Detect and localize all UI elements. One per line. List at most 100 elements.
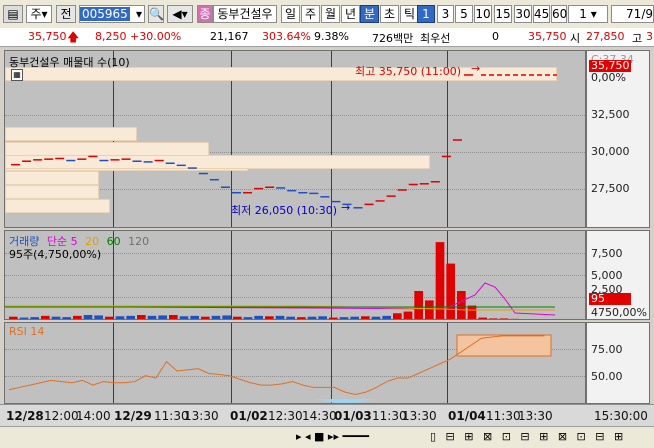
volume-bar	[30, 317, 39, 319]
interval-button[interactable]: 3	[437, 5, 454, 23]
rsi-tick: 75.00	[591, 343, 623, 356]
volume-bar	[158, 315, 167, 319]
time-label: 14:30	[302, 409, 337, 423]
volume-bar	[179, 316, 189, 319]
volume-bar	[382, 315, 391, 319]
interval-button[interactable]: 30	[514, 5, 532, 23]
high-label: 고	[632, 32, 643, 45]
volume-bar	[51, 316, 61, 319]
volume-bar	[83, 315, 93, 319]
grid-icon[interactable]: ▦	[11, 69, 23, 81]
count-field[interactable]: 71/9	[611, 5, 654, 23]
volume-bar	[499, 318, 509, 319]
volume-bar	[446, 263, 455, 319]
volume-bar	[297, 317, 306, 319]
tool-icons[interactable]: ▯ ⊟ ⊞ ⊠ ⊡ ⊟ ⊞ ⊠ ⊡ ⊟ ⊞	[430, 430, 626, 443]
order-type: 최우선	[420, 32, 451, 45]
volume-subtitle: 95주(4,750,00%)	[9, 248, 102, 261]
rsi-pane[interactable]: RSI 14	[4, 322, 586, 404]
interval-button[interactable]: 5	[455, 5, 473, 23]
menu-icon[interactable]: ▤	[3, 5, 23, 23]
volume-bar	[275, 315, 285, 319]
type-select[interactable]: 주▾	[26, 5, 52, 23]
volume-bar	[94, 315, 103, 319]
volume-bar	[126, 315, 135, 319]
volume-bar	[62, 317, 71, 319]
interval-button[interactable]: 45	[533, 5, 550, 23]
volume-bar	[489, 318, 498, 319]
interval-button[interactable]: 1	[417, 5, 435, 23]
volume-bar	[329, 317, 338, 319]
interval-select[interactable]: 1 ▾	[568, 5, 608, 23]
volume-axis: 7,500 5,000 2,500 95 4750,00%	[586, 230, 650, 320]
volume-bar	[435, 242, 445, 319]
rsi-oversold-zone	[315, 399, 377, 403]
zero-value: 0	[492, 30, 499, 43]
volume-bar	[425, 300, 434, 319]
rsi-tick: 50.00	[591, 370, 623, 383]
volume-bar	[510, 318, 519, 319]
volume-pane[interactable]: 거래량 단순 5 20 60 120 95주(4,750,00%)	[4, 230, 586, 320]
volume-bar	[521, 319, 530, 320]
volume-bar	[169, 315, 178, 319]
low-arrow-icon: →	[341, 201, 351, 214]
scroll-controls[interactable]: ▸ ◂ ■ ▸▸ ━━━━	[296, 430, 369, 443]
volume-current-tag: 95	[589, 293, 631, 305]
high-price: 3	[646, 30, 653, 43]
period-button[interactable]: 주	[301, 5, 320, 23]
type-select-label: 주	[30, 7, 42, 21]
search-icon[interactable]: 🔍	[148, 5, 164, 23]
time-axis: 12/28 12:00 14:00 12/29 11:30 13:30 01/02 12:30…	[0, 404, 654, 427]
volume-bar	[254, 315, 263, 319]
stock-code-input[interactable]: 005965 ▾	[79, 5, 145, 23]
prev-button[interactable]: 전	[56, 5, 76, 23]
volume-bar	[41, 315, 50, 319]
period-button[interactable]: 월	[321, 5, 340, 23]
volume-bar	[105, 316, 114, 319]
time-label: 13:30	[518, 409, 553, 423]
time-label: 14:00	[76, 409, 111, 423]
volume-value: 21,167	[210, 30, 249, 43]
volume-bar	[542, 319, 551, 320]
period-button[interactable]: 분	[360, 5, 379, 23]
volume-bar	[478, 317, 487, 319]
chevron-down-icon: ▾	[135, 7, 142, 21]
price-tick: 27,500	[591, 182, 630, 195]
time-label: 12:00	[44, 409, 79, 423]
volume-tick: 5,000	[591, 269, 623, 282]
volume-bar	[9, 316, 18, 319]
period-button[interactable]: 초	[380, 5, 399, 23]
ask-price: 35,750	[528, 30, 567, 43]
volume-bar	[147, 315, 157, 319]
volume-bar	[339, 317, 349, 319]
rsi-chart	[8, 334, 552, 403]
speaker-icon[interactable]: ◀▾	[167, 5, 193, 23]
volume-bar	[73, 315, 82, 319]
volume-bar	[243, 317, 253, 319]
period-button[interactable]: 년	[341, 5, 360, 23]
stock-code-value: 005965	[80, 7, 130, 21]
time-label: 13:30	[402, 409, 437, 423]
time-label: 01/02	[230, 409, 268, 423]
interval-button[interactable]: 60	[551, 5, 567, 23]
volume-bar	[286, 316, 295, 319]
period-button[interactable]: 일	[281, 5, 300, 23]
volume-ratio: 303.64%	[262, 30, 311, 43]
quote-info-row: 35,750 🡅 8,250 +30.00% 21,167 303.64% 9.…	[0, 28, 654, 47]
bottom-controls: ▸ ◂ ■ ▸▸ ━━━━ ▯ ⊟ ⊞ ⊠ ⊡ ⊟ ⊞ ⊠ ⊡ ⊟ ⊞	[0, 426, 654, 448]
interval-button[interactable]: 10	[474, 5, 492, 23]
up-arrow-icon: 🡅	[67, 30, 80, 44]
interval-button[interactable]: 15	[494, 5, 512, 23]
ma120-label: 120	[128, 235, 150, 248]
rsi-title: RSI 14	[9, 325, 45, 338]
stock-name: 동부건설우	[213, 5, 277, 23]
volume-bar	[414, 291, 423, 319]
toolbar: ▤ 주▾ 전 005965 ▾ 🔍 ◀▾ 종 동부건설우 일주월년분초틱 1351…	[0, 0, 654, 29]
stock-badge: 종	[197, 5, 213, 23]
time-axis-right-label: 15:30:00	[594, 409, 648, 423]
low-annotation: 최저 26,050 (10:30)	[231, 204, 338, 217]
price-pane[interactable]: 동부건설우 매물대 수(10) ▦ 최고 35,750 (11:00) → 최저…	[4, 50, 586, 228]
volume-bar	[233, 316, 242, 319]
open-price: 27,850	[586, 30, 625, 43]
high-arrow-icon: →	[471, 62, 481, 75]
